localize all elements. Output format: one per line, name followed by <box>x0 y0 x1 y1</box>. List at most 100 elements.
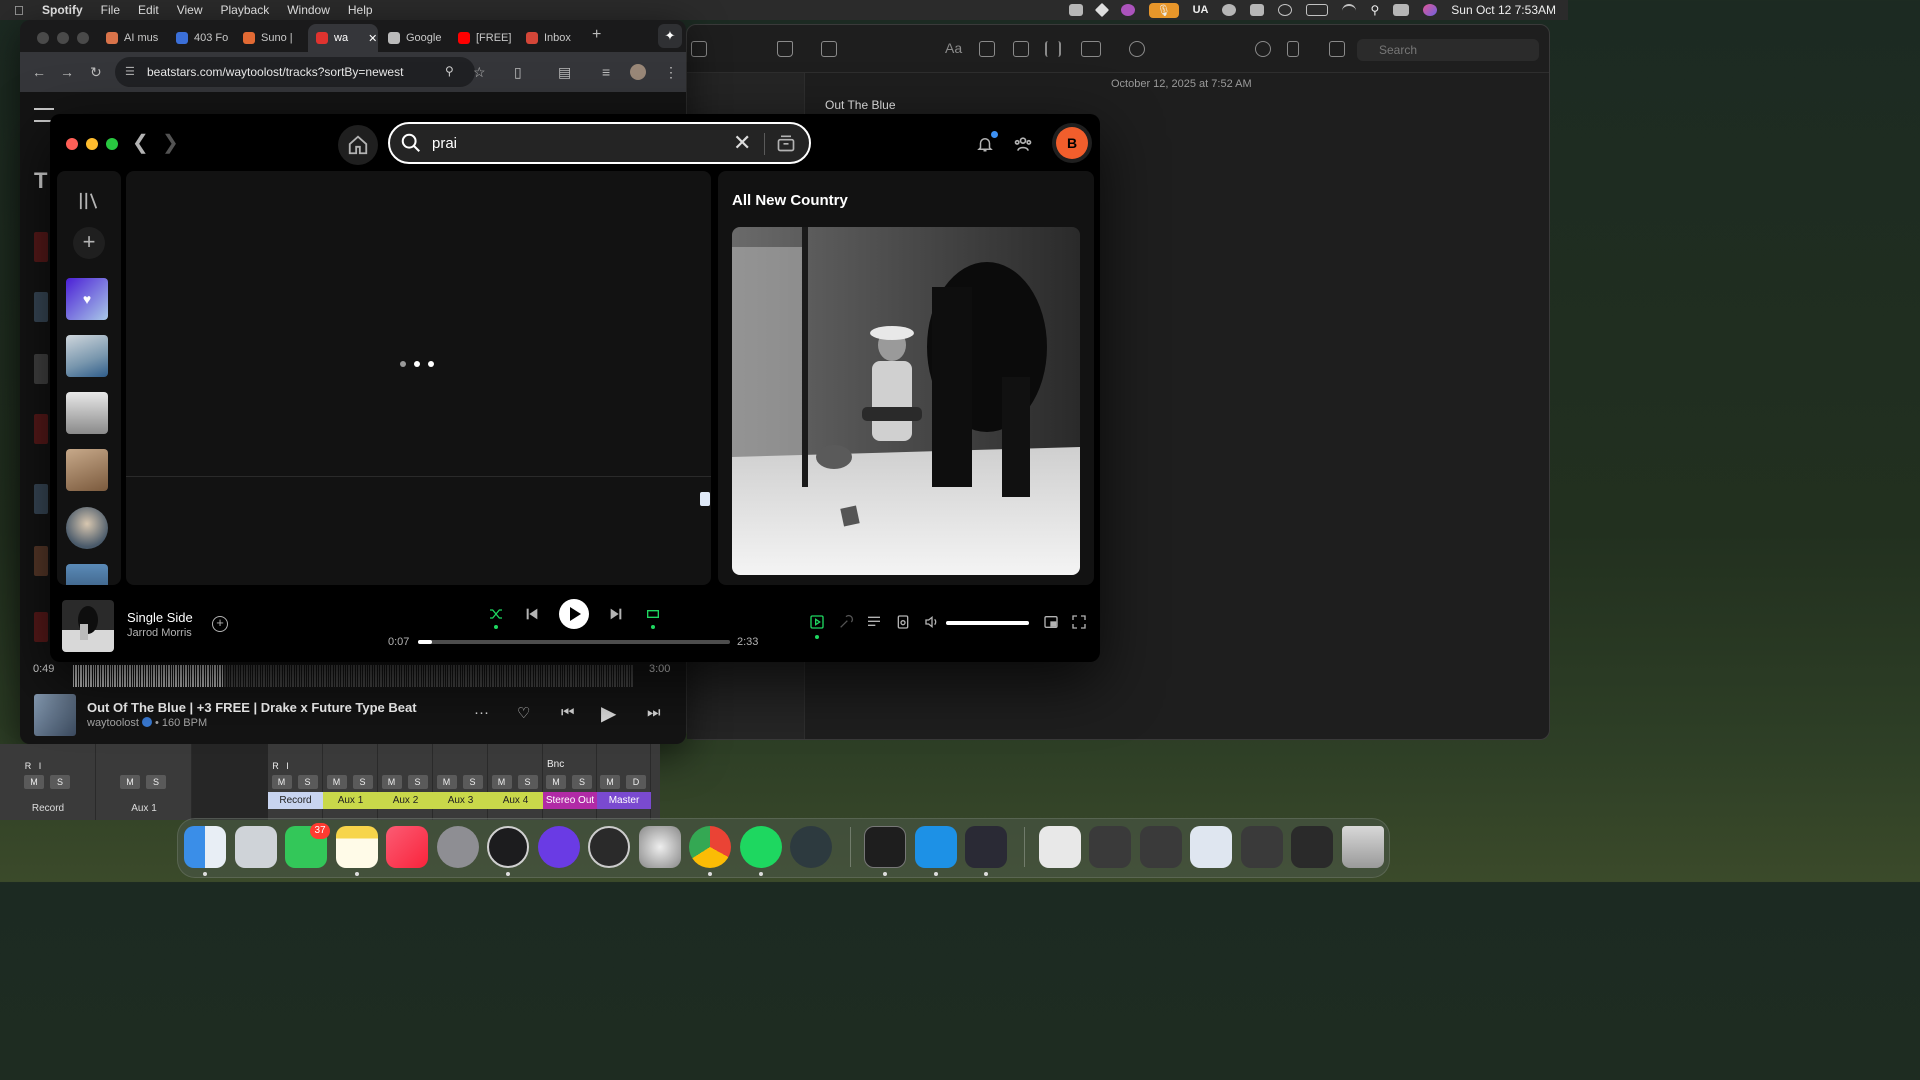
dock-terminal-icon[interactable] <box>864 826 906 868</box>
compose-note-icon[interactable] <box>821 41 837 57</box>
zoom-window-button[interactable] <box>77 32 89 44</box>
playback-progress-bar[interactable] <box>418 640 730 644</box>
close-window-button[interactable] <box>66 138 78 150</box>
menu-app-name[interactable]: Spotify <box>42 3 83 17</box>
dock-music-document-icon[interactable] <box>1039 826 1081 868</box>
new-tab-icon[interactable]: + <box>592 26 601 44</box>
dock-logic-remote-icon[interactable] <box>487 826 529 868</box>
friend-activity-icon[interactable] <box>1013 134 1033 154</box>
liked-songs-heart-icon[interactable]: ♥ <box>66 278 108 320</box>
mute-button[interactable]: M <box>546 775 566 789</box>
bounce-button[interactable]: Bnc <box>547 759 564 770</box>
next-track-icon[interactable]: ⏭ <box>647 704 661 721</box>
solo-button[interactable]: S <box>50 775 70 789</box>
more-options-icon[interactable]: ··· <box>474 704 489 721</box>
input-monitor-button[interactable]: I <box>282 759 294 773</box>
previous-track-icon[interactable] <box>524 606 540 622</box>
vpn-icon[interactable] <box>1222 4 1237 16</box>
notes-search-field[interactable]: Search <box>1357 39 1539 61</box>
bookmark-star-icon[interactable]: ☆ <box>473 64 486 81</box>
solo-button[interactable]: S <box>352 775 373 789</box>
mute-button[interactable]: M <box>24 775 44 789</box>
share-icon[interactable] <box>1329 41 1345 57</box>
library-item-breakout-country[interactable] <box>66 449 108 491</box>
mute-button[interactable]: M <box>120 775 140 789</box>
browser-tab[interactable]: 403 Fo <box>168 24 234 52</box>
dock-minimized-window-1[interactable] <box>1089 826 1131 868</box>
menu-window[interactable]: Window <box>287 3 330 17</box>
mute-button[interactable]: M <box>271 775 292 789</box>
dock-minimized-window-4[interactable] <box>1241 826 1283 868</box>
dock-minimized-window-3[interactable] <box>1190 826 1232 868</box>
dock-notes-icon[interactable] <box>336 826 378 868</box>
beatstars-track-artwork[interactable] <box>34 694 76 736</box>
solo-button[interactable]: S <box>297 775 318 789</box>
browser-tab[interactable]: Google <box>380 24 446 52</box>
mute-button[interactable]: M <box>381 775 402 789</box>
play-pause-button[interactable] <box>559 599 589 629</box>
dock-atom-icon[interactable] <box>790 826 832 868</box>
track-thumbnail[interactable] <box>34 546 48 576</box>
delete-note-icon[interactable] <box>777 41 793 57</box>
text-format-icon[interactable]: Aa <box>945 40 962 56</box>
mute-button[interactable]: M <box>491 775 512 789</box>
battery-icon[interactable] <box>1306 4 1329 16</box>
tab-search-icon[interactable]: ▤ <box>558 64 571 81</box>
mute-button[interactable]: M <box>600 775 620 789</box>
minimize-window-button[interactable] <box>57 32 69 44</box>
clear-search-icon[interactable]: ✕ <box>733 132 751 154</box>
dock-mainstage-icon[interactable] <box>588 826 630 868</box>
mute-button[interactable]: M <box>436 775 457 789</box>
spotlight-search-icon[interactable]: ⚲ <box>1370 3 1379 17</box>
site-info-icon[interactable]: ☰ <box>125 65 135 78</box>
now-playing-context-title[interactable]: All New Country <box>732 192 848 209</box>
mute-button[interactable]: M <box>326 775 347 789</box>
channel-name[interactable]: Aux 2 <box>378 792 433 809</box>
forward-arrow-icon[interactable]: → <box>60 64 74 80</box>
library-item-artist[interactable] <box>66 507 108 549</box>
now-playing-title[interactable]: Single Side <box>127 610 193 625</box>
channel-name[interactable]: Aux 3 <box>433 792 488 809</box>
solo-button[interactable]: S <box>517 775 538 789</box>
track-thumbnail[interactable] <box>34 292 48 322</box>
record-enable-button[interactable]: R <box>270 759 282 773</box>
like-heart-icon[interactable]: ♡ <box>517 704 530 722</box>
channel-name[interactable]: Record <box>0 800 96 817</box>
dock-music-icon[interactable] <box>386 826 428 868</box>
track-thumbnail[interactable] <box>34 232 48 262</box>
add-to-playlist-icon[interactable]: + <box>212 616 228 632</box>
channel-name[interactable]: Aux 1 <box>323 792 378 809</box>
siri-icon[interactable] <box>1423 4 1438 16</box>
dock-minimized-window-2[interactable] <box>1140 826 1182 868</box>
menu-edit[interactable]: Edit <box>138 3 159 17</box>
gemini-icon[interactable]: ✦ <box>658 24 682 48</box>
browser-tab[interactable]: Inbox <box>518 24 588 52</box>
now-playing-view-icon[interactable] <box>809 614 825 630</box>
solo-button[interactable]: S <box>407 775 428 789</box>
search-input[interactable] <box>432 134 722 152</box>
browse-icon[interactable] <box>776 133 796 153</box>
dock-system-settings-icon[interactable] <box>437 826 479 868</box>
user-avatar[interactable]: B <box>1056 127 1088 159</box>
browser-tab[interactable]: AI mus <box>98 24 166 52</box>
play-status-icon[interactable] <box>1278 4 1293 16</box>
table-icon[interactable] <box>1013 41 1029 57</box>
back-arrow-icon[interactable]: ← <box>32 64 46 80</box>
close-window-button[interactable] <box>37 32 49 44</box>
solo-button[interactable]: S <box>462 775 483 789</box>
library-item-playlist[interactable] <box>66 564 108 585</box>
gallery-view-icon[interactable] <box>691 41 707 57</box>
channel-name[interactable]: Stereo Out <box>543 792 597 809</box>
dock-finder-icon[interactable] <box>184 826 226 868</box>
browser-tab[interactable]: Suno | <box>235 24 305 52</box>
track-thumbnail[interactable] <box>34 612 48 642</box>
dock-trash-icon[interactable] <box>1342 826 1384 868</box>
microphone-in-use-icon[interactable]: 🎙 <box>1148 2 1179 18</box>
audio-device-icon[interactable] <box>1250 4 1265 16</box>
channel-name[interactable]: Aux 1 <box>96 800 192 817</box>
track-thumbnail[interactable] <box>34 354 48 384</box>
creative-cloud-icon[interactable] <box>1068 4 1083 16</box>
repeat-icon[interactable] <box>645 606 661 622</box>
address-bar[interactable]: ☰ beatstars.com/waytoolost/tracks?sortBy… <box>115 57 475 87</box>
menu-playback[interactable]: Playback <box>221 3 270 17</box>
